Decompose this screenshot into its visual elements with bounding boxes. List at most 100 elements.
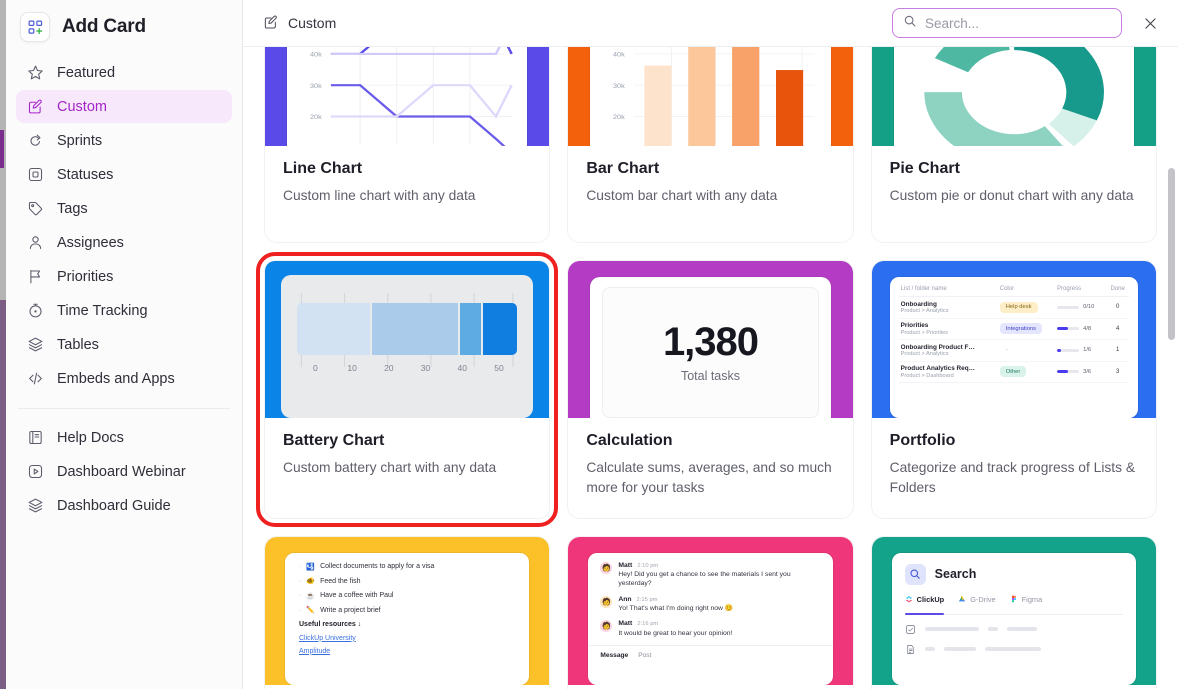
- vertical-scrollbar[interactable]: [1168, 168, 1175, 340]
- tab-message[interactable]: Message: [600, 652, 628, 659]
- card-discussion[interactable]: 🧑 Matt 2:10 pm Hey! Did you get a chance…: [568, 536, 853, 689]
- sidebar-item-dashboard-webinar[interactable]: Dashboard Webinar: [16, 455, 232, 488]
- topbar: Custom: [243, 0, 1178, 47]
- search-box[interactable]: [892, 8, 1122, 38]
- card-art-battery-chart: 0 10 20 30 40 50: [265, 261, 550, 418]
- tab-clickup[interactable]: ClickUp: [904, 595, 944, 615]
- card-title: Calculation: [586, 432, 834, 450]
- sidebar-item-statuses[interactable]: Statuses: [16, 158, 232, 191]
- card-body-text: Text: [265, 684, 550, 689]
- sidebar-footer-nav: Help Docs Dashboard Webinar Dashboard Gu…: [6, 421, 242, 523]
- close-button[interactable]: [1136, 9, 1164, 37]
- sidebar-divider: [18, 408, 230, 409]
- flag-icon: [26, 268, 44, 286]
- card-calculation[interactable]: 1,380 Total tasks Calculation Calculate …: [568, 261, 853, 518]
- text-link[interactable]: ClickUp University: [299, 635, 515, 642]
- table-row: Product Analytics Requ... Product > Dashb…: [898, 361, 1129, 383]
- card-bar-chart[interactable]: 50k 40k 30k 20k Bar Ch: [568, 47, 853, 242]
- card-grid-scroll-area[interactable]: 50k 40k 30k 20k Line C: [243, 47, 1178, 689]
- card-art-discussion: 🧑 Matt 2:10 pm Hey! Did you get a chance…: [568, 536, 853, 685]
- svg-text:30k: 30k: [310, 83, 322, 89]
- sidebar-item-featured[interactable]: Featured: [16, 56, 232, 89]
- sidebar-item-label: Statuses: [57, 166, 114, 183]
- card-grid: 50k 40k 30k 20k Line C: [255, 47, 1156, 689]
- portfolio-table: List / folder name Color Progress Done O…: [898, 284, 1129, 383]
- card-title: Portfolio: [890, 432, 1138, 450]
- star-icon: [26, 64, 44, 82]
- status-badge: Integrations: [999, 323, 1043, 335]
- pencil-square-icon: [26, 98, 44, 116]
- list-item: · ☕ Have a coffee with Paul: [299, 592, 515, 600]
- sidebar-item-assignees[interactable]: Assignees: [16, 226, 232, 259]
- emoji-icon: 🐠: [306, 578, 316, 586]
- sidebar-item-dashboard-guide[interactable]: Dashboard Guide: [16, 489, 232, 522]
- status-badge: Other: [999, 366, 1027, 378]
- tab-label: Figma: [1021, 595, 1043, 605]
- sidebar-item-embeds-and-apps[interactable]: Embeds and Apps: [16, 362, 232, 395]
- card-description: Calculate sums, averages, and so much mo…: [586, 460, 832, 495]
- card-title: Bar Chart: [586, 160, 834, 178]
- bullet-icon: ·: [299, 606, 302, 614]
- progress-cell: 0/10: [1057, 304, 1104, 310]
- card-title-text: Portfolio: [889, 432, 956, 449]
- search-input[interactable]: [925, 15, 1111, 31]
- card-pie-chart[interactable]: Pie Chart Custom pie or donut chart with…: [871, 47, 1156, 242]
- list-item: [905, 624, 1123, 635]
- sidebar-item-label: Assignees: [57, 234, 124, 251]
- text-link[interactable]: Amplitude: [299, 648, 515, 655]
- sidebar-item-priorities[interactable]: Priorities: [16, 260, 232, 293]
- stopwatch-icon: [26, 302, 44, 320]
- card-body-portfolio: Portfolio Categorize and track progress …: [871, 418, 1156, 518]
- sidebar-item-tables[interactable]: Tables: [16, 328, 232, 361]
- discussion-footer-tabs: Message Post: [588, 644, 833, 659]
- sidebar-item-label: Dashboard Webinar: [57, 463, 186, 480]
- tab-figma[interactable]: Figma: [1010, 595, 1043, 609]
- skeleton-bar: [984, 646, 1041, 652]
- table-row: Onboarding Product Fe... Product > Analyt…: [898, 339, 1129, 362]
- figma-logo-icon: [1010, 595, 1018, 605]
- progress-bar: [1057, 327, 1080, 331]
- battery-tick-label: 50: [494, 363, 504, 373]
- checklist-text: Have a coffee with Paul: [320, 592, 394, 600]
- progress-bar: [1057, 305, 1080, 309]
- card-body-search: Search New: [871, 684, 1156, 689]
- card-body-bar-chart: Bar Chart Custom bar chart with any data: [568, 146, 853, 242]
- skeleton-bar: [943, 646, 976, 652]
- card-text[interactable]: · 🛂 Collect documents to apply for a visa …: [265, 536, 550, 689]
- sidebar-item-label: Help Docs: [57, 429, 124, 446]
- list-item: · ✏️ Write a project brief: [299, 606, 515, 615]
- card-search[interactable]: Search ClickUp G-Drive Figma: [871, 536, 1156, 689]
- card-description: Custom pie or donut chart with any data: [889, 188, 1134, 203]
- status-badge: -: [1005, 347, 1008, 354]
- battery-tick-label: 30: [420, 363, 431, 373]
- card-line-chart[interactable]: 50k 40k 30k 20k Line C: [265, 47, 550, 242]
- card-battery-chart[interactable]: 0 10 20 30 40 50 Battery Chart Custom ba…: [255, 252, 559, 527]
- progress-fraction: 0/10: [1083, 304, 1095, 311]
- sidebar-nav: Featured Custom Sprints Statuses Tags As…: [6, 56, 242, 396]
- sidebar-item-sprints[interactable]: Sprints: [16, 124, 232, 157]
- sidebar-item-label: Custom: [57, 98, 107, 115]
- card-body-line-chart: Line Chart Custom line chart with any da…: [265, 146, 550, 242]
- card-title-text: Line Chart: [283, 160, 363, 177]
- sidebar-item-help-docs[interactable]: Help Docs: [16, 421, 232, 454]
- card-portfolio[interactable]: List / folder name Color Progress Done O…: [871, 261, 1156, 518]
- sidebar-item-time-tracking[interactable]: Time Tracking: [16, 294, 232, 327]
- sidebar: Add Card Featured Custom Sprints Statuse…: [6, 0, 243, 689]
- battery-segment: [371, 303, 458, 355]
- progress-bar: [1057, 370, 1080, 374]
- checklist-text: Write a project brief: [320, 606, 381, 614]
- sidebar-item-tags[interactable]: Tags: [16, 192, 232, 225]
- clickup-logo-icon: [905, 595, 913, 605]
- list-item: [905, 644, 1123, 655]
- battery-tick-label: 40: [457, 363, 467, 373]
- tab-post[interactable]: Post: [638, 652, 651, 659]
- message-item: 🧑 Matt 2:16 pm It would be great to hear…: [600, 620, 820, 638]
- rail-active-indicator: [0, 130, 4, 168]
- play-circle-icon: [26, 463, 44, 481]
- done-count: 0: [1106, 296, 1129, 319]
- tab-gdrive[interactable]: G-Drive: [958, 595, 996, 609]
- done-count: 1: [1106, 339, 1129, 362]
- line-chart-svg: 50k 40k 30k 20k: [310, 47, 513, 146]
- sidebar-item-custom[interactable]: Custom: [16, 90, 232, 123]
- message-author: Matt: [618, 561, 633, 569]
